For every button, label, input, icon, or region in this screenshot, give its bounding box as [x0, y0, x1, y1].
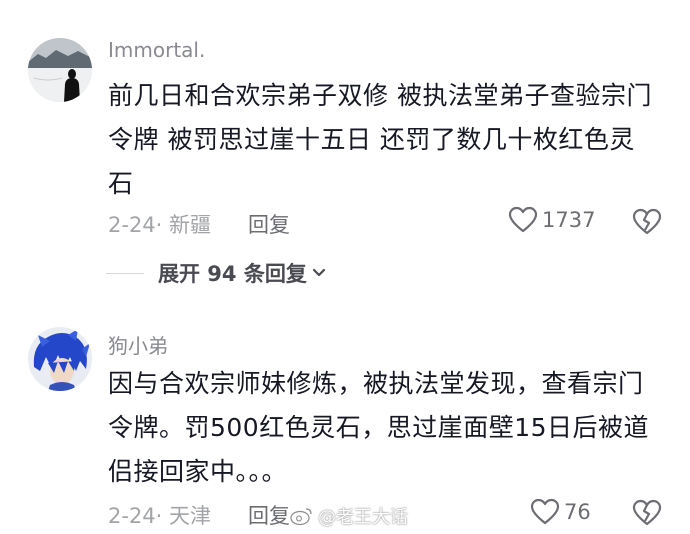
heart-outline-icon — [508, 206, 538, 233]
avatar-landscape-image — [28, 38, 92, 102]
username[interactable]: 狗小弟 — [108, 330, 168, 359]
like-button[interactable]: 76 — [530, 498, 591, 526]
like-count: 76 — [564, 500, 591, 524]
heart-outline-icon — [530, 498, 560, 525]
expand-replies-button[interactable]: 展开 94 条回复 — [106, 258, 328, 288]
comment-meta: 2-24· 天津 — [108, 504, 212, 528]
comment-line: 石 — [108, 169, 134, 198]
comment-line: 因与合欢宗师妹修炼，被执法堂发现，查看宗门 — [108, 369, 644, 398]
watermark-text: @老王大话 — [318, 507, 408, 528]
comment-text: 前几日和合欢宗弟子双修 被执法堂弟子查验宗门 令牌 被罚思过崖十五日 还罚了数几… — [108, 74, 668, 206]
avatar-anime-image — [28, 327, 92, 391]
like-button[interactable]: 1737 — [508, 206, 595, 234]
comment-meta: 2-24· 新疆 — [108, 213, 212, 237]
like-count: 1737 — [542, 208, 596, 232]
broken-heart-icon — [632, 499, 662, 526]
dislike-button[interactable] — [632, 499, 662, 531]
reply-button[interactable]: 回复 — [248, 500, 290, 530]
comment-line: 前几日和合欢宗弟子双修 被执法堂弟子查验宗门 — [108, 81, 652, 110]
dislike-button[interactable] — [632, 208, 662, 240]
chevron-down-icon — [312, 268, 325, 277]
username[interactable]: Immortal. — [108, 38, 205, 62]
comment-line: 令牌。罚500红色灵石，思过崖面壁15日后被道 — [108, 413, 650, 442]
broken-heart-icon — [632, 208, 662, 235]
comment-line: 令牌 被罚思过崖十五日 还罚了数几十枚红色灵 — [108, 125, 635, 154]
avatar[interactable] — [28, 38, 92, 102]
divider-line — [106, 272, 144, 274]
avatar[interactable] — [28, 327, 92, 391]
reply-button[interactable]: 回复 — [248, 209, 290, 239]
watermark: @老王大话 — [290, 503, 408, 529]
comment-text: 因与合欢宗师妹修炼，被执法堂发现，查看宗门 令牌。罚500红色灵石，思过崖面壁1… — [108, 362, 668, 494]
comment-line: 侣接回家中。。。 — [108, 457, 288, 486]
weibo-logo-icon — [290, 508, 312, 526]
expand-replies-label: 展开 94 条回复 — [158, 262, 307, 286]
